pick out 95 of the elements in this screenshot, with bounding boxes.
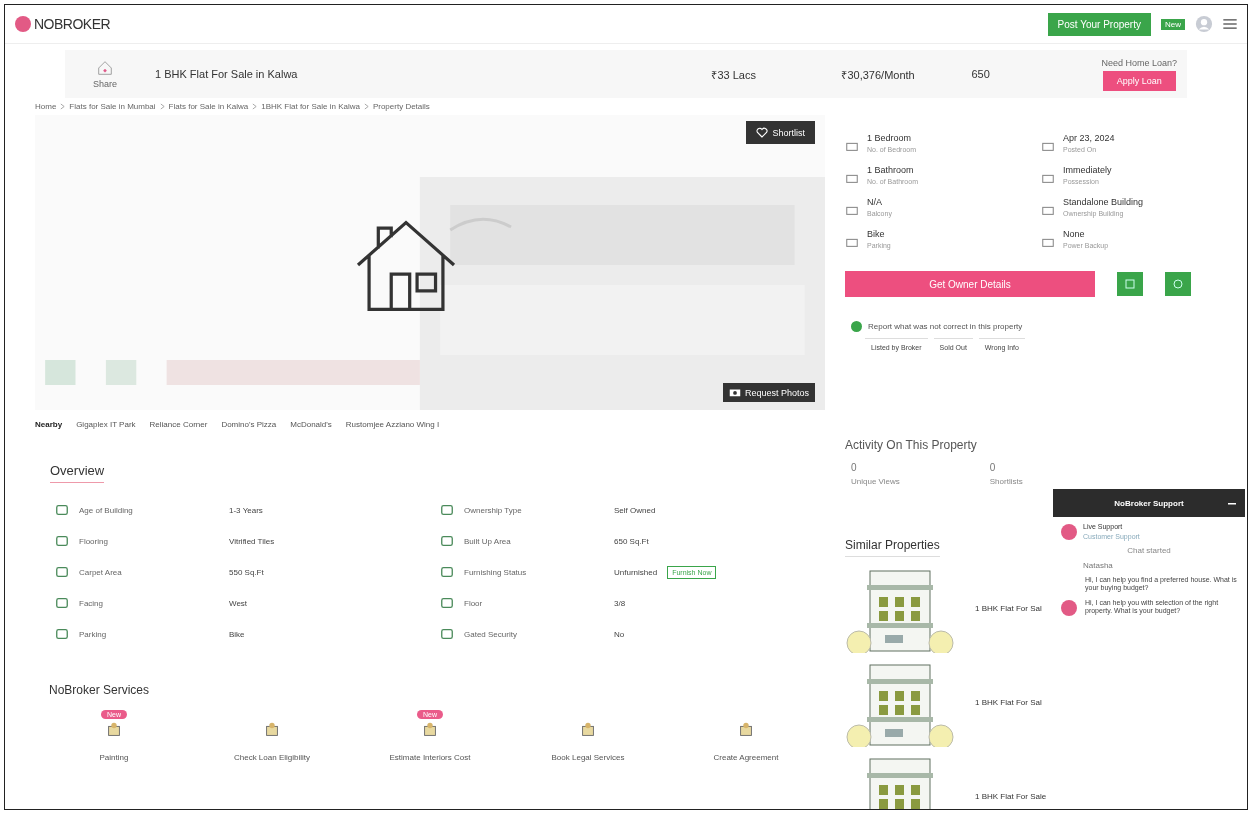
feature-label: Facing (79, 598, 104, 608)
report-dot-icon (851, 321, 862, 332)
service-label[interactable]: Estimate Interiors Cost (389, 753, 471, 762)
service-icon[interactable] (421, 721, 439, 739)
feature-label: Carpet Area (79, 567, 123, 577)
feature-icon (55, 627, 69, 641)
detail-value: 1 Bathroom (867, 165, 915, 175)
feature-value: 550 Sq.Ft (229, 567, 264, 577)
loan-label: Need Home Loan? (1101, 57, 1177, 68)
service-label[interactable]: Book Legal Services (551, 753, 625, 762)
chat-title: NoBroker Support (1114, 498, 1184, 508)
feature-icon (55, 565, 69, 579)
activity-heading: Activity On This Property (845, 438, 978, 452)
nearby-tab[interactable]: Nearby (35, 420, 63, 429)
detail-value: Standalone Building (1063, 197, 1144, 207)
feature-value: Vitrified Tiles (229, 536, 275, 546)
feature-value: Unfurnished (614, 567, 658, 577)
detail-value: Bike (867, 229, 886, 239)
nearby-tab[interactable]: Domino's Pizza (221, 420, 277, 429)
feature-value: Bike (229, 629, 245, 639)
area-value: 650 (971, 68, 990, 80)
nearby-tab[interactable]: Reliance Corner (149, 420, 208, 429)
breadcrumb-link[interactable]: 1BHK Flat for Sale in Kalwa (261, 102, 360, 111)
feature-icon (55, 503, 69, 517)
feature-icon (440, 503, 454, 517)
service-icon[interactable] (579, 721, 597, 739)
breadcrumb-link[interactable]: Flats for Sale in Mumbai (69, 102, 156, 111)
service-label[interactable]: Painting (99, 753, 129, 762)
service-icon[interactable] (263, 721, 281, 739)
chevron-icon (252, 103, 258, 110)
service-label[interactable]: Create Agreement (713, 753, 779, 762)
feature-icon (55, 596, 69, 610)
stat-label: Shortlists (989, 477, 1023, 486)
property-title[interactable]: 1 BHK Flat For Sale (975, 791, 1047, 801)
logo[interactable]: NOBROKER (34, 16, 111, 32)
agent-name: Natasha (1082, 561, 1114, 570)
feature-label: Built Up Area (464, 536, 512, 546)
feature-value: 650 Sq.Ft (614, 536, 649, 546)
share-label: Share (93, 79, 117, 89)
feature-icon (440, 565, 454, 579)
stat-count: 0 (851, 462, 858, 473)
services-heading: NoBroker Services (49, 683, 151, 697)
breadcrumb-link[interactable]: Flats for Sale in Kalwa (168, 102, 249, 111)
feature-icon (440, 627, 454, 641)
service-label[interactable]: Check Loan Eligibility (233, 753, 310, 762)
feature-icon (55, 534, 69, 548)
feature-label: Floor (464, 598, 484, 608)
feature-value: Self Owned (614, 505, 656, 515)
feature-icon (440, 534, 454, 548)
price: ₹33 Lacs (711, 68, 756, 81)
agent-avatar (1061, 599, 1077, 616)
detail-value: None (1063, 229, 1086, 239)
chevron-icon (363, 103, 369, 110)
feature-label: Age of Building (79, 505, 134, 515)
menu-icon[interactable] (1223, 19, 1237, 29)
chat-status: Chat started (1126, 546, 1172, 555)
service-icon[interactable] (737, 721, 755, 739)
feature-label: Gated Security (464, 629, 518, 639)
feature-value: West (229, 598, 248, 608)
feature-value: 1-3 Years (229, 505, 263, 515)
listing-title: 1 BHK Flat For Sale in Kalwa (155, 68, 298, 80)
feature-icon (440, 596, 454, 610)
nearby-tab[interactable]: Gigaplex IT Park (76, 420, 136, 429)
breadcrumb-link[interactable]: Home (35, 102, 57, 111)
service-icon[interactable] (105, 721, 123, 739)
detail-value: Apr 23, 2024 (1063, 133, 1115, 143)
shortlist-button[interactable]: Shortlist (746, 121, 815, 144)
report-text: Report what was not correct in this property (868, 322, 1023, 331)
feature-label: Flooring (79, 536, 109, 546)
logo-icon (15, 16, 31, 32)
feature-label: Furnishing Status (464, 567, 528, 577)
property-title[interactable]: 1 BHK Flat For Sal (975, 697, 1042, 707)
nearby-tab[interactable]: Rustomjee Azziano Wing I (345, 420, 440, 429)
feature-label: Ownership Type (464, 505, 523, 515)
nearby-tab[interactable]: McDonald's (290, 420, 332, 429)
overview-heading: Overview (50, 463, 105, 483)
new-badge: New (1161, 18, 1185, 30)
breadcrumb-link[interactable]: Property Details (372, 102, 430, 111)
heart-icon (756, 127, 769, 138)
property-title[interactable]: 1 BHK Flat For Sal (975, 603, 1042, 613)
detail-value: Immediately (1063, 165, 1112, 175)
similar-properties-heading: Similar Properties (845, 538, 940, 557)
chevron-icon (159, 103, 165, 110)
chevron-icon (60, 103, 66, 110)
stat-label: Unique Views (851, 477, 900, 486)
request-photos-button[interactable]: Request Photos (722, 383, 815, 402)
feature-value: 3/8 (614, 598, 626, 608)
detail-value: 1 Bedroom (867, 133, 913, 143)
feature-label: Parking (79, 629, 108, 639)
feature-value: No (614, 629, 625, 639)
camera-icon (728, 387, 741, 398)
emi-amount: ₹30,376/Month (841, 68, 915, 81)
detail-value: N/A (867, 197, 883, 207)
stat-count: 0 (989, 462, 997, 473)
agent-avatar (1061, 523, 1077, 540)
